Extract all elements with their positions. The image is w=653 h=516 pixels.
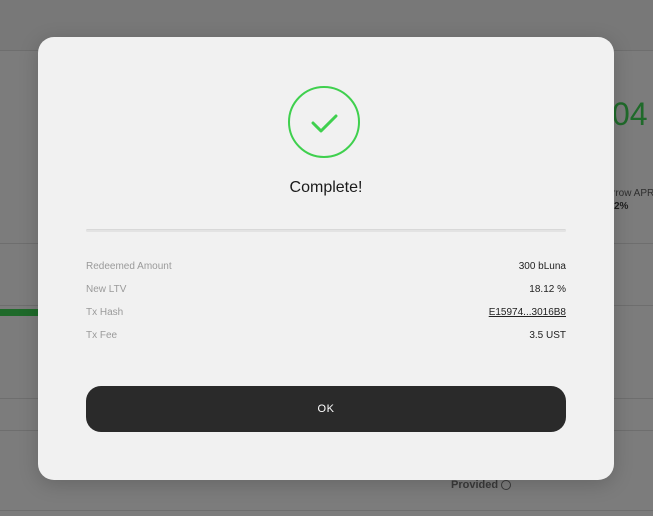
tx-hash-link[interactable]: E15974...3016B8 (489, 307, 566, 318)
complete-dialog: Complete! Redeemed Amount 300 bLuna New … (38, 37, 614, 480)
detail-row-tx-fee: Tx Fee 3.5 UST (86, 330, 566, 344)
ok-button[interactable]: OK (86, 386, 566, 432)
background-provided: Provided (451, 479, 512, 491)
background-provided-label: Provided (451, 479, 499, 491)
background-progress-bar (0, 309, 38, 316)
detail-row-redeemed-amount: Redeemed Amount 300 bLuna (86, 261, 566, 275)
background-apr-value: 2% (614, 201, 629, 212)
background-divider (0, 510, 653, 511)
detail-value: 300 bLuna (518, 261, 566, 272)
info-icon (501, 480, 512, 491)
success-check-icon (288, 86, 360, 158)
background-apr-label: rrow APR (612, 188, 653, 199)
background-big-number: 04 (612, 96, 648, 132)
dialog-title: Complete! (289, 179, 363, 196)
detail-value: 3.5 UST (529, 330, 566, 341)
detail-row-tx-hash: Tx Hash E15974...3016B8 (86, 307, 566, 321)
detail-label: Tx Fee (86, 330, 118, 341)
detail-label: Tx Hash (86, 307, 124, 318)
divider (86, 229, 566, 232)
detail-row-new-ltv: New LTV 18.12 % (86, 284, 566, 298)
detail-value: 18.12 % (529, 284, 566, 295)
detail-label: Redeemed Amount (86, 261, 172, 272)
detail-label: New LTV (86, 284, 127, 295)
